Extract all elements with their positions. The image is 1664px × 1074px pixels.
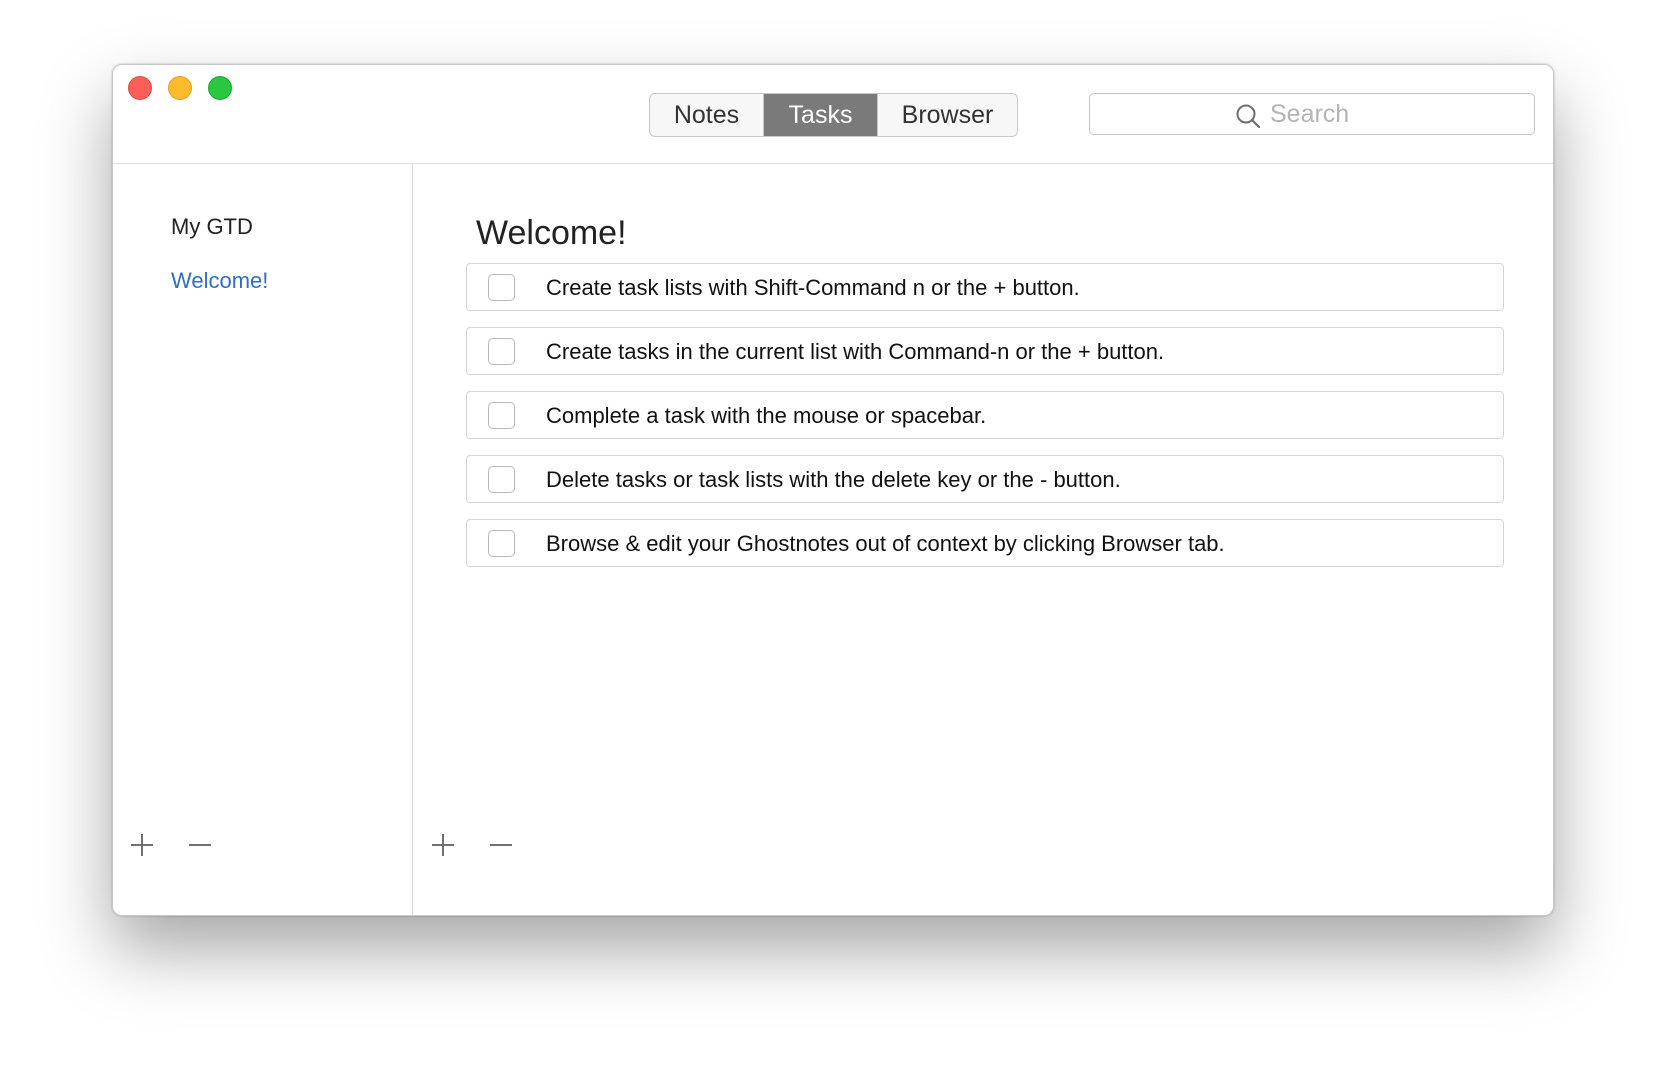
view-switcher: Notes Tasks Browser [649,93,1018,137]
close-button[interactable] [128,76,152,100]
tab-tasks[interactable]: Tasks [764,94,877,136]
sidebar-item-welcome[interactable]: Welcome! [171,268,268,294]
minimize-button[interactable] [168,76,192,100]
minus-icon [490,844,512,846]
minus-icon [189,844,211,846]
task-row[interactable]: Complete a task with the mouse or spaceb… [466,391,1504,439]
task-text: Create tasks in the current list with Co… [546,339,1165,364]
tab-notes[interactable]: Notes [650,94,764,136]
app-window: Notes Tasks Browser My GTD Welcome! [112,64,1554,916]
plus-icon [432,834,454,856]
zoom-button[interactable] [208,76,232,100]
task-checkbox[interactable] [488,338,515,365]
task-text: Browse & edit your Ghostnotes out of con… [546,531,1225,556]
task-checkbox[interactable] [488,466,515,493]
remove-list-button[interactable] [185,830,215,860]
search-input[interactable] [1270,97,1520,131]
tab-browser[interactable]: Browser [877,94,1017,136]
search-icon [1236,104,1261,129]
remove-task-button[interactable] [486,830,516,860]
sidebar: My GTD Welcome! [113,164,413,915]
task-checkbox[interactable] [488,530,515,557]
add-task-button[interactable] [428,830,458,860]
task-text: Complete a task with the mouse or spaceb… [546,403,987,428]
task-checkbox[interactable] [488,274,515,301]
task-text: Create task lists with Shift-Command n o… [546,275,1080,300]
task-row[interactable]: Create task lists with Shift-Command n o… [466,263,1504,311]
task-row[interactable]: Create tasks in the current list with Co… [466,327,1504,375]
task-row[interactable]: Delete tasks or task lists with the dele… [466,455,1504,503]
search-field[interactable] [1089,93,1535,135]
list-title: Welcome! [476,214,627,252]
sidebar-heading: My GTD [171,214,253,239]
task-list: Create task lists with Shift-Command n o… [466,263,1504,583]
task-checkbox[interactable] [488,402,515,429]
plus-icon [131,834,153,856]
add-list-button[interactable] [127,830,157,860]
task-pane: Welcome! Create task lists with Shift-Co… [414,164,1553,915]
task-row[interactable]: Browse & edit your Ghostnotes out of con… [466,519,1504,567]
task-text: Delete tasks or task lists with the dele… [546,467,1121,492]
title-bar: Notes Tasks Browser [113,65,1553,164]
